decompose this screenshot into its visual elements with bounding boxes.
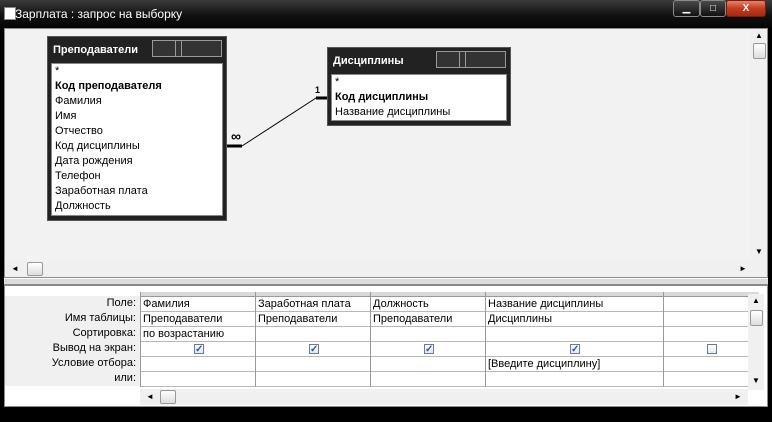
grid-vscroll-thumb[interactable] — [750, 310, 763, 326]
scroll-right-icon[interactable]: ► — [737, 264, 749, 273]
grid-cell-criteria[interactable] — [256, 357, 371, 372]
grid-cell-show[interactable] — [664, 342, 759, 357]
grid-cell-field[interactable]: Заработная плата — [256, 297, 371, 312]
relationship-one-symbol: 1 — [315, 85, 321, 95]
close-button[interactable]: X — [726, 0, 766, 17]
grid-cell-table[interactable]: Дисциплины — [486, 312, 664, 327]
grid-cell-or[interactable] — [664, 372, 759, 387]
grid-row-label: или: — [114, 372, 136, 384]
grid-cell-show[interactable] — [371, 342, 486, 357]
grid-cell-sort[interactable] — [371, 327, 486, 342]
grid-row-label: Имя таблицы: — [64, 312, 136, 324]
grid-cell-or[interactable] — [256, 372, 371, 387]
grid-cell-show[interactable] — [141, 342, 256, 357]
grid-column[interactable] — [663, 292, 759, 387]
grid-cell-show[interactable] — [256, 342, 371, 357]
grid-cell-table[interactable]: Преподаватели — [141, 312, 256, 327]
table-design-pane[interactable]: Преподаватели * Код преподавателя Фамилия И… — [4, 28, 768, 278]
minimize-button[interactable]: ▁ — [673, 0, 700, 17]
grid-scroll-right-icon[interactable]: ► — [732, 392, 744, 401]
grid-cell-sort[interactable] — [256, 327, 371, 342]
design-vertical-scrollbar[interactable]: ▲ ▼ — [751, 29, 767, 277]
grid-cell-sort[interactable]: по возрастанию — [141, 327, 256, 342]
grid-cell-field[interactable]: Фамилия — [141, 297, 256, 312]
grid-cell-criteria[interactable] — [664, 357, 759, 372]
grid-scroll-left-icon[interactable]: ◄ — [144, 392, 156, 401]
grid-cell-table[interactable]: Преподаватели — [371, 312, 486, 327]
design-horizontal-scrollbar[interactable]: ◄ ► — [7, 261, 751, 277]
window-bottom-edge — [0, 407, 772, 422]
grid-column[interactable]: Название дисциплиныДисциплины [Введите ди… — [485, 292, 664, 387]
show-checkbox[interactable] — [424, 342, 434, 356]
show-checkbox[interactable] — [570, 342, 580, 356]
maximize-button[interactable]: □ — [700, 0, 726, 17]
show-checkbox[interactable] — [194, 342, 204, 356]
grid-cell-criteria[interactable] — [371, 357, 486, 372]
design-vscroll-thumb[interactable] — [753, 43, 766, 59]
grid-cell-field[interactable]: Название дисциплины — [486, 297, 664, 312]
grid-column[interactable]: Должность Преподаватели — [370, 292, 486, 387]
grid-cell-sort[interactable] — [486, 327, 664, 342]
pane-splitter[interactable] — [4, 278, 768, 285]
grid-vertical-scrollbar[interactable]: ▲ ▼ — [748, 294, 764, 390]
title-bar[interactable]: Зарплата : запрос на выборку ▁ □ X — [0, 0, 772, 28]
grid-cell-field[interactable] — [664, 297, 759, 312]
grid-row-label: Поле: — [106, 297, 136, 309]
scroll-left-icon[interactable]: ◄ — [9, 264, 21, 273]
grid-cell-or[interactable] — [141, 372, 256, 387]
grid-scroll-up-icon[interactable]: ▲ — [750, 296, 762, 305]
grid-row-label: Сортировка: — [72, 327, 136, 339]
grid-column[interactable]: Фамилия Преподаватели по возрастанию — [140, 292, 256, 387]
grid-cell-or[interactable] — [486, 372, 664, 387]
grid-scroll-down-icon[interactable]: ▼ — [750, 376, 762, 385]
scroll-down-icon[interactable]: ▼ — [753, 247, 765, 256]
window-title: Зарплата : запрос на выборку — [15, 7, 183, 21]
show-checkbox[interactable] — [309, 342, 319, 356]
grid-cell-field[interactable]: Должность — [371, 297, 486, 312]
grid-row-label: Вывод на экран: — [52, 342, 136, 354]
relationship-line[interactable] — [5, 29, 769, 279]
grid-cell-table[interactable] — [664, 312, 759, 327]
grid-row-labels: Поле: Имя таблицы: Сортировка: Вывод на экр… — [5, 296, 140, 386]
grid-cell-sort[interactable] — [664, 327, 759, 342]
grid-cell-show[interactable] — [486, 342, 664, 357]
show-checkbox[interactable] — [707, 344, 717, 354]
query-design-grid[interactable]: Поле: Имя таблицы: Сортировка: Вывод на экр… — [4, 285, 768, 407]
scroll-up-icon[interactable]: ▲ — [753, 31, 765, 40]
grid-hscroll-thumb[interactable] — [160, 390, 176, 404]
design-hscroll-thumb[interactable] — [27, 262, 43, 276]
grid-cell-table[interactable]: Преподаватели — [256, 312, 371, 327]
grid-cell-criteria[interactable] — [141, 357, 256, 372]
grid-column[interactable]: Заработная плата Преподаватели — [255, 292, 371, 387]
relationship-many-symbol: ∞ — [231, 128, 241, 144]
grid-cell-or[interactable] — [371, 372, 486, 387]
grid-horizontal-scrollbar[interactable]: ◄ ► — [140, 389, 748, 405]
grid-cell-criteria[interactable]: [Введите дисциплину] — [486, 357, 664, 372]
grid-row-label: Условие отбора: — [51, 357, 136, 369]
